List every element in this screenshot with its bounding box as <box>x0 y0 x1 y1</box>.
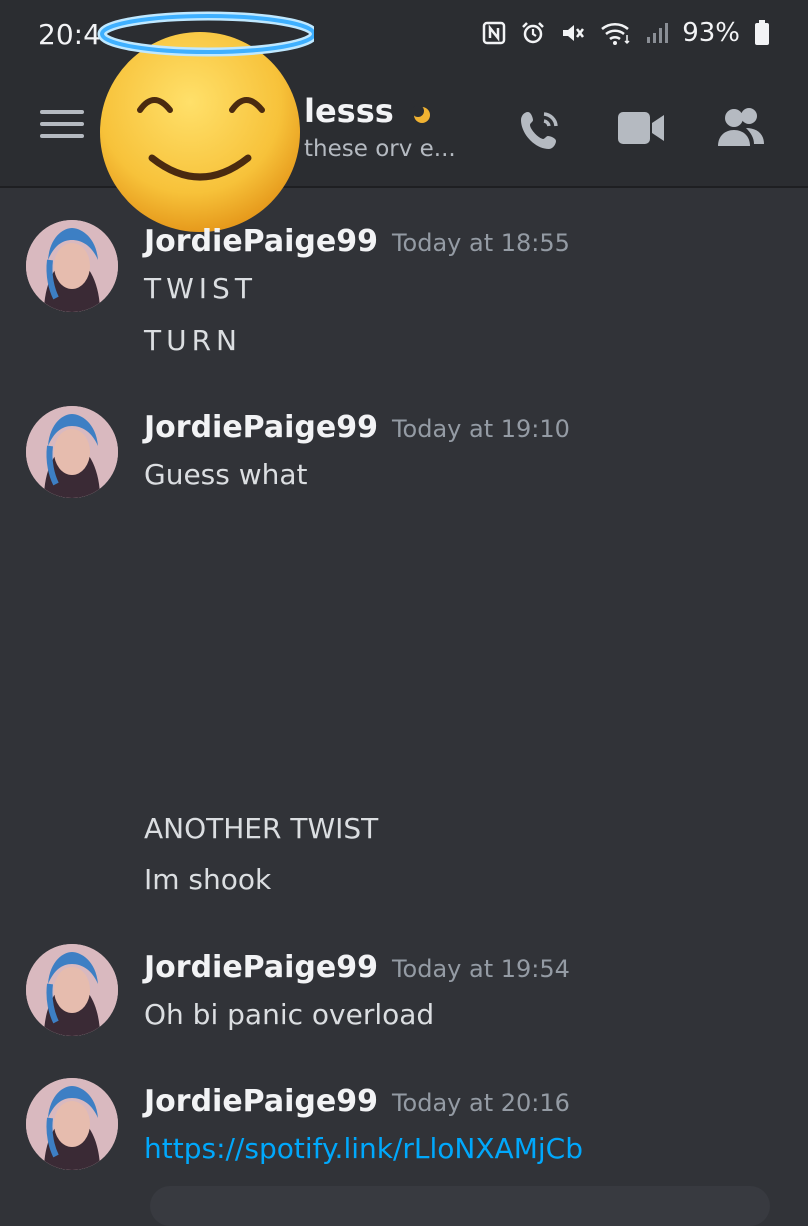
author-name: JordiePaige99 <box>144 950 378 985</box>
mute-icon <box>560 21 586 45</box>
message-text: Oh bi panic overload <box>144 998 435 1031</box>
avatar[interactable] <box>26 220 118 312</box>
members-icon[interactable] <box>716 106 766 152</box>
channel-name-text: lesss <box>304 92 394 130</box>
avatar[interactable] <box>26 1078 118 1170</box>
avatar[interactable] <box>26 944 118 1036</box>
message-timestamp: Today at 20:16 <box>391 1089 570 1117</box>
wifi-icon <box>600 21 632 45</box>
message-text: TURN <box>144 324 242 357</box>
author-name: JordiePaige99 <box>144 1084 378 1119</box>
alarm-icon <box>520 20 546 46</box>
embed-preview-edge <box>150 1186 770 1226</box>
message-text: ANOTHER TWIST <box>144 812 379 845</box>
hamburger-menu-icon[interactable] <box>40 108 84 144</box>
nfc-icon <box>482 21 506 45</box>
battery-icon <box>754 20 770 46</box>
video-camera-icon[interactable] <box>618 110 666 150</box>
message-timestamp: Today at 19:54 <box>391 955 570 983</box>
avatar[interactable] <box>26 406 118 498</box>
status-icons: 93% <box>482 18 770 48</box>
phone-call-icon[interactable] <box>516 104 566 158</box>
message-timestamp: Today at 19:10 <box>391 415 570 443</box>
channel-name[interactable]: lesss <box>304 92 431 132</box>
message-author[interactable]: JordiePaige99 Today at 20:16 <box>144 1084 570 1119</box>
channel-status-text: these orv e... <box>304 136 456 162</box>
message-author[interactable]: JordiePaige99 Today at 18:55 <box>144 224 570 259</box>
halo-smile-emoji-icon <box>82 8 319 238</box>
message-timestamp: Today at 18:55 <box>391 229 570 257</box>
author-name: JordiePaige99 <box>144 224 378 259</box>
message-text: TWIST <box>144 272 257 305</box>
message-author[interactable]: JordiePaige99 Today at 19:10 <box>144 410 570 445</box>
author-name: JordiePaige99 <box>144 410 378 445</box>
idle-moon-icon <box>411 94 431 132</box>
spotify-link[interactable]: https://spotify.link/rLloNXAMjCb <box>144 1132 583 1165</box>
message-text: Guess what <box>144 458 308 491</box>
message-text: Im shook <box>144 863 272 896</box>
message-author[interactable]: JordiePaige99 Today at 19:54 <box>144 950 570 985</box>
battery-level: 93% <box>682 18 740 48</box>
signal-icon <box>646 21 669 45</box>
